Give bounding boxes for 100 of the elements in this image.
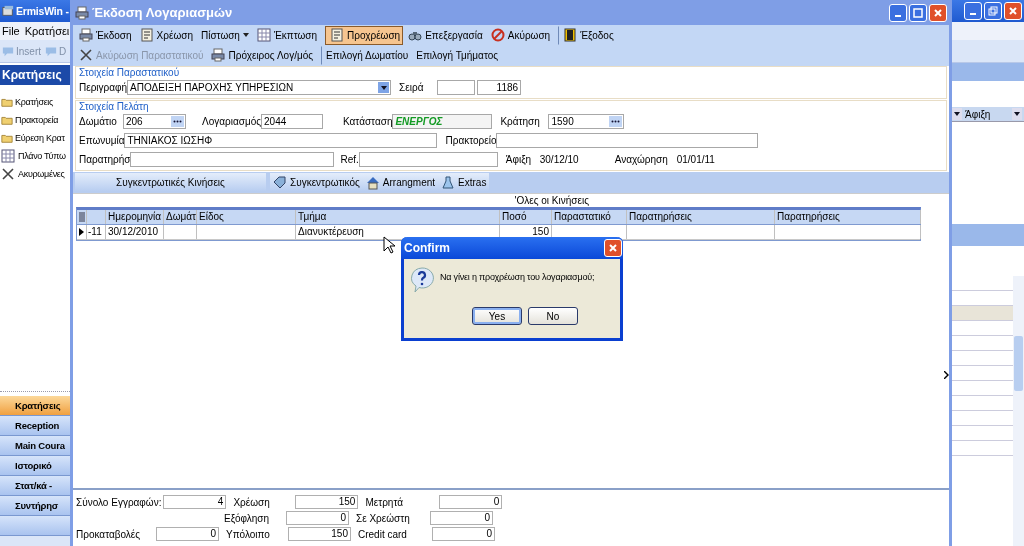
input-field[interactable]: 206	[123, 114, 186, 129]
toolbar-button[interactable]: Έκδοση	[76, 25, 135, 45]
dropdown-button[interactable]	[1012, 108, 1022, 120]
column-header[interactable]: Παραστατικό	[552, 210, 627, 224]
input-field[interactable]	[358, 152, 498, 167]
input-field[interactable]: 2044	[261, 114, 324, 129]
toolbar-button[interactable]: Πίστωση	[197, 25, 252, 45]
panel-item[interactable]: Πρακτορεία	[0, 111, 70, 129]
column-header[interactable]: Τμήμα	[296, 210, 500, 224]
column-header[interactable]: Παρατηρήσεις	[627, 210, 775, 224]
nav-button[interactable]: Main Coura	[0, 436, 70, 456]
tab[interactable]: Συγκεντρωτικές Κινήσεις	[75, 173, 266, 192]
minimize-button[interactable]	[964, 2, 982, 20]
nav-button[interactable]: Reception	[0, 416, 70, 436]
panel-item[interactable]: Πλάνο Τύπω	[0, 147, 70, 165]
row-pointer-icon	[79, 228, 84, 236]
close-icon	[608, 243, 618, 253]
minimize-icon	[970, 13, 976, 15]
cross-icon	[79, 48, 93, 62]
minimize-icon	[895, 14, 901, 17]
panel-item[interactable]: Κρατήσεις	[0, 93, 70, 111]
tab[interactable]: Extras	[438, 173, 490, 192]
column-header[interactable]: Ημερομηνία	[106, 210, 164, 224]
field-label: Ref.	[340, 153, 359, 166]
toolbar-button[interactable]: Χρέωση	[136, 25, 196, 45]
group-heading: Στοιχεία Πελάτη	[78, 101, 150, 112]
series-field[interactable]	[437, 80, 476, 95]
column-header[interactable]: Δωμάτ	[164, 210, 197, 224]
toolbar-button[interactable]: Ακύρωση	[487, 25, 554, 45]
dropdown-button[interactable]	[952, 108, 962, 120]
nav-button[interactable]: Κρατήσεις	[0, 396, 70, 416]
column-header[interactable]: Ποσό	[500, 210, 552, 224]
number-field[interactable]: 1186	[477, 80, 522, 95]
scroll-thumb[interactable]	[1014, 336, 1023, 391]
input-field[interactable]	[496, 133, 759, 148]
chevron-right-icon[interactable]	[944, 371, 949, 379]
total-field: 0	[439, 495, 503, 509]
nav-button[interactable]: Συντήρησ	[0, 496, 70, 516]
column-header[interactable]: Παρατηρήσεις	[775, 210, 921, 224]
app-icon	[2, 5, 14, 17]
column-settings-icon[interactable]	[77, 210, 87, 224]
panel-item[interactable]: Εύρεση Κρατ	[0, 129, 70, 147]
nav-button[interactable]	[0, 516, 70, 536]
panel-header	[952, 224, 1024, 246]
table-cell: 30/12/2010	[106, 225, 164, 239]
tab[interactable]: Arrangment	[362, 173, 439, 192]
table-cell: -11	[87, 225, 106, 239]
restore-icon	[988, 6, 998, 16]
tag-icon	[273, 175, 287, 190]
dialog-button[interactable]: No	[528, 307, 578, 325]
toolbar-button[interactable]: Επεξεργασία	[405, 25, 486, 45]
close-button[interactable]	[1004, 2, 1022, 20]
column-header[interactable]: Είδος	[197, 210, 296, 224]
lookup-button[interactable]	[171, 116, 184, 127]
field-label: Αναχώρηση	[614, 153, 669, 166]
toolbar-button[interactable]: Έκπτωση	[253, 25, 320, 45]
restore-button[interactable]	[984, 2, 1002, 20]
total-field: 150	[288, 527, 351, 541]
field-label: Επωνυμία	[79, 134, 125, 147]
toolbar-button[interactable]: Προχρέωση	[325, 25, 404, 45]
app-title: ErmisWin -	[16, 5, 69, 17]
minimize-button[interactable]	[889, 3, 907, 22]
field-label: Κράτηση	[500, 115, 541, 128]
printer-icon	[211, 48, 226, 62]
dialog-button[interactable]: Yes	[472, 307, 522, 325]
total-label: Credit card	[358, 527, 408, 541]
total-field: 0	[432, 527, 495, 541]
input-field[interactable]: 1590	[548, 114, 625, 129]
panel-item[interactable]: Ακυρωμένες	[0, 165, 70, 183]
toolbar-button[interactable]: Επιλογή Δωματίου	[321, 45, 412, 65]
menu-item[interactable]: File	[2, 25, 20, 37]
status-bar	[0, 536, 70, 546]
maximize-icon	[913, 7, 923, 18]
total-label: Προκαταβολές	[76, 527, 142, 541]
input-field[interactable]: ΤΗΝΙΑΚΟΣ ΙΩΣΗΦ	[124, 133, 438, 148]
total-field: 0	[286, 511, 349, 525]
toolbar-button[interactable]: Πρόχειρος Λογ/μός	[208, 45, 317, 65]
field-label: Περιγραφή	[79, 81, 128, 94]
door-icon	[563, 28, 578, 42]
description-dropdown[interactable]: ΑΠΟΔΕΙΞΗ ΠΑΡΟΧΗΣ ΥΠΗΡΕΣΙΩΝ	[127, 80, 392, 95]
maximize-button[interactable]	[909, 3, 927, 22]
house-icon	[365, 175, 380, 190]
close-button[interactable]	[604, 239, 622, 257]
toolbar-button[interactable]: Επιλογή Τμήματος	[413, 45, 502, 65]
speech-bubble-icon	[45, 45, 57, 57]
tab[interactable]: Συγκεντρωτικός	[270, 173, 363, 192]
nav-button[interactable]: Στατ/κά -	[0, 476, 70, 496]
field-label: Άφιξη	[505, 153, 533, 166]
column-header[interactable]: Άφιξη	[962, 108, 991, 120]
pointer-icon	[383, 236, 395, 254]
scrollbar[interactable]	[1013, 276, 1024, 546]
toolbar-button[interactable]: Έξοδος	[558, 25, 617, 45]
menu-item[interactable]: Κρατήσει	[24, 25, 70, 37]
close-button[interactable]	[929, 3, 947, 22]
lookup-button[interactable]	[609, 116, 623, 127]
total-field: 0	[430, 511, 493, 525]
input-field[interactable]	[130, 152, 335, 167]
field-label: Δωμάτιο	[79, 115, 118, 128]
nav-button[interactable]: Ιστορικό	[0, 456, 70, 476]
page-icon	[139, 28, 154, 42]
